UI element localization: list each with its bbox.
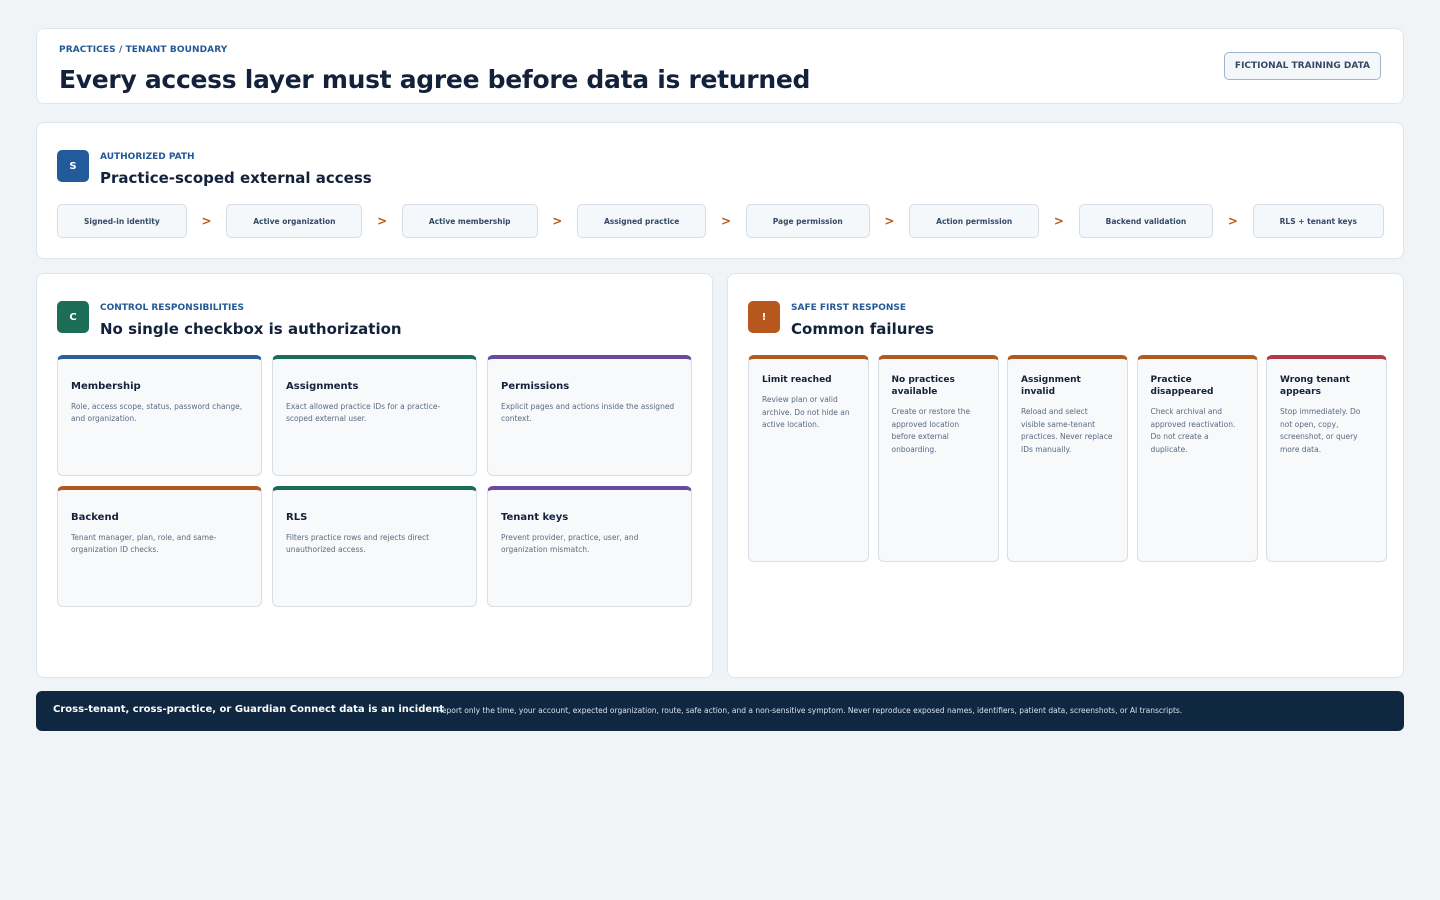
path-step: Signed-in identity — [57, 204, 187, 238]
control-card: Backend Tenant manager, plan, role, and s… — [57, 486, 262, 607]
control-card: Tenant keys Prevent provider, practice, u… — [487, 486, 692, 607]
card-description: Prevent provider, practice, user, and or… — [501, 533, 639, 554]
card-description: Filters practice rows and rejects direct… — [286, 533, 430, 554]
control-responsibilities-panel: C CONTROL RESPONSIBILITIES No single che… — [36, 273, 713, 678]
control-card: Membership Role, access scope, status, pa… — [57, 355, 262, 476]
card-description: Reload and select visible same-tenant pr… — [1021, 407, 1113, 454]
incident-banner: Cross-tenant, cross-practice, or Guardia… — [36, 691, 1404, 731]
authorized-path-panel: S AUTHORIZED PATH Practice-scoped extern… — [36, 122, 1404, 259]
section-c-icon: C — [57, 301, 89, 333]
card-description: Exact allowed practice IDs for a practic… — [286, 402, 441, 423]
section-kicker: AUTHORIZED PATH — [100, 152, 195, 162]
page-title: Every access layer must agree before dat… — [59, 65, 811, 94]
failure-card: Assignment invalid Reload and select visi… — [1007, 355, 1128, 562]
common-failures-panel: ! SAFE FIRST RESPONSE Common failures Li… — [727, 273, 1404, 678]
card-description: Create or restore the approved location … — [891, 407, 971, 454]
card-title: Backend — [71, 512, 119, 523]
path-step: Active organization — [226, 204, 363, 238]
section-kicker: SAFE FIRST RESPONSE — [791, 303, 907, 313]
failure-card: Wrong tenant appears Stop immediately. Do… — [1266, 355, 1387, 562]
chevron-right-icon: > — [884, 214, 895, 228]
card-title: RLS — [286, 512, 308, 523]
section-kicker: CONTROL RESPONSIBILITIES — [100, 303, 244, 313]
failure-card-row: Limit reached Review plan or valid archiv… — [748, 355, 1387, 562]
section-title: Common failures — [791, 320, 934, 338]
access-chain: Signed-in identity > Active organization > A… — [57, 204, 1384, 238]
card-title: Assignment invalid — [1021, 375, 1081, 397]
control-card: Assignments Exact allowed practice IDs fo… — [272, 355, 477, 476]
control-card: Permissions Explicit pages and actions in… — [487, 355, 692, 476]
card-description: Role, access scope, status, password cha… — [71, 402, 243, 423]
path-step: Active membership — [401, 204, 538, 238]
chevron-right-icon: > — [720, 214, 732, 228]
path-step: Backend validation — [1078, 204, 1214, 238]
card-title: Limit reached — [762, 375, 832, 385]
card-description: Explicit pages and actions inside the as… — [501, 402, 675, 423]
banner-text: Report only the time, your account, expe… — [437, 706, 1183, 715]
chevron-right-icon: > — [552, 214, 563, 228]
alert-icon: ! — [748, 301, 780, 333]
section-s-icon: S — [57, 150, 89, 182]
banner-title: Cross-tenant, cross-practice, or Guardia… — [53, 704, 445, 715]
card-title: Permissions — [501, 381, 570, 392]
path-step: Action permission — [909, 204, 1040, 238]
card-title: Practice disappeared — [1150, 375, 1214, 397]
path-step: RLS + tenant keys — [1252, 204, 1384, 238]
section-title: No single checkbox is authorization — [100, 320, 402, 338]
card-title: Wrong tenant appears — [1280, 375, 1350, 397]
failure-card: No practices available Create or restore … — [877, 355, 999, 562]
card-title: Assignments — [286, 381, 359, 392]
card-description: Tenant manager, plan, role, and same-org… — [71, 533, 217, 554]
card-title: Membership — [71, 381, 141, 392]
path-step: Assigned practice — [576, 204, 707, 238]
failure-card: Practice disappeared Check archival and a… — [1136, 355, 1258, 562]
card-description: Stop immediately. Do not open, copy, scr… — [1280, 407, 1361, 454]
control-card-grid: Membership Role, access scope, status, pa… — [57, 355, 692, 607]
training-data-badge: FICTIONAL TRAINING DATA — [1223, 52, 1381, 80]
section-title: Practice-scoped external access — [100, 169, 372, 187]
breadcrumb[interactable]: PRACTICES / TENANT BOUNDARY — [59, 45, 227, 55]
control-card: RLS Filters practice rows and rejects dir… — [272, 486, 477, 607]
chevron-right-icon: > — [377, 214, 388, 228]
card-description: Review plan or valid archive. Do not hid… — [762, 395, 850, 429]
path-step: Page permission — [745, 204, 870, 238]
failure-card: Limit reached Review plan or valid archiv… — [748, 355, 869, 562]
card-title: No practices available — [891, 375, 955, 397]
card-title: Tenant keys — [501, 512, 569, 523]
chevron-right-icon: > — [201, 214, 212, 228]
chevron-right-icon: > — [1227, 214, 1238, 228]
card-description: Check archival and approved reactivation… — [1150, 407, 1236, 454]
page-header: PRACTICES / TENANT BOUNDARY Every access… — [36, 28, 1404, 104]
chevron-right-icon: > — [1053, 214, 1064, 228]
